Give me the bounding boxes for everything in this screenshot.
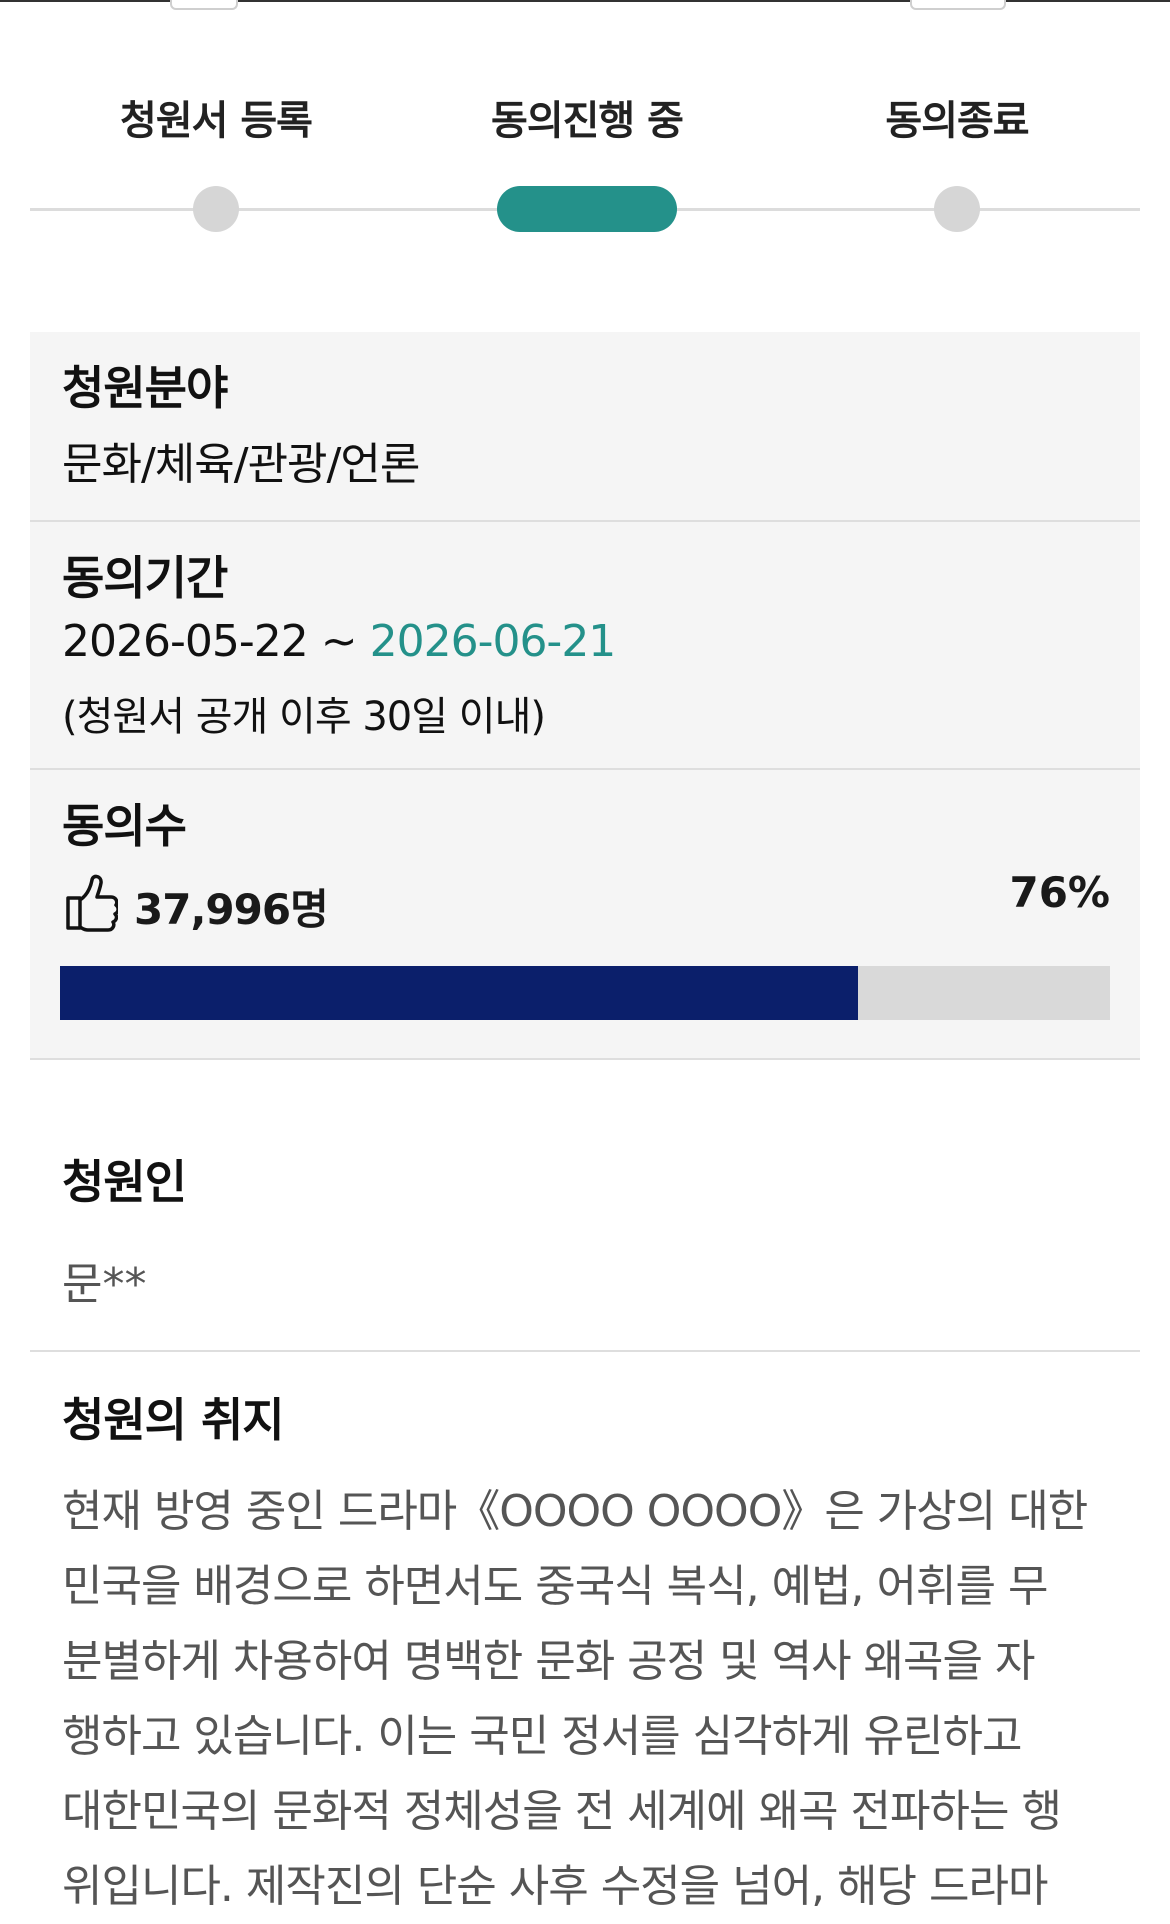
field-title: 청원분야 — [62, 361, 228, 415]
step-dot-in-progress — [497, 186, 677, 232]
purpose-line: 대한민국의 문화적 정체성을 전 세계에 왜곡 전파하는 행 — [62, 1786, 1062, 1837]
purpose-line: 위입니다. 제작진의 단순 사후 수정을 넘어, 해당 드라마 — [62, 1861, 1048, 1912]
purpose-line: 민국을 배경으로 하면서도 중국식 복식, 예법, 어휘를 무 — [62, 1561, 1048, 1612]
period-range: 2026-05-22 ~ 2026-06-21 — [62, 616, 617, 667]
period-note: (청원서 공개 이후 30일 이내) — [62, 694, 546, 740]
petitioner-section: 청원인 — [62, 1146, 187, 1212]
period-end: 2026-06-21 — [369, 616, 617, 667]
agree-progress-bar — [60, 966, 1110, 1020]
agree-title: 동의수 — [62, 799, 187, 853]
purpose-line: 현재 방영 중인 드라마《OOOO OOOO》은 가상의 대한 — [62, 1486, 1088, 1537]
step-dot-closed — [934, 186, 980, 232]
agree-count: 37,996명 — [134, 885, 329, 934]
field-value: 문화/체육/관광/언론 — [62, 439, 420, 490]
step-label-in-progress: 동의진행 중 — [491, 98, 684, 144]
petitioner-title: 청원인 — [62, 1155, 187, 1209]
agree-percent: 76% — [1009, 868, 1110, 917]
purpose-section: 청원의 취지 — [62, 1384, 285, 1450]
step-dot-register — [193, 186, 239, 232]
section-divider — [30, 1350, 1140, 1352]
step-label-closed: 동의종료 — [885, 98, 1029, 144]
step-label-register: 청원서 등록 — [120, 98, 313, 144]
period-separator: ~ — [320, 616, 358, 667]
period-panel: 동의기간 2026-05-22 ~ 2026-06-21 (청원서 공개 이후 … — [30, 522, 1140, 770]
purpose-title: 청원의 취지 — [62, 1393, 285, 1447]
thumbs-up-icon — [66, 874, 118, 932]
progress-stepper: 청원서 등록 동의진행 중 동의종료 — [30, 70, 1140, 240]
petitioner-name: 문** — [62, 1259, 147, 1310]
period-start: 2026-05-22 — [62, 616, 309, 667]
field-panel: 청원분야 문화/체육/관광/언론 — [30, 332, 1140, 522]
top-tab-left — [170, 0, 238, 10]
purpose-body: 현재 방영 중인 드라마《OOOO OOOO》은 가상의 대한 민국을 배경으로… — [62, 1474, 1122, 1924]
agree-panel: 동의수 37,996명 76% — [30, 770, 1140, 1060]
period-title: 동의기간 — [62, 551, 228, 605]
top-tab-right — [910, 0, 1006, 10]
purpose-line: 행하고 있습니다. 이는 국민 정서를 심각하게 유린하고 — [62, 1711, 1022, 1762]
purpose-line: 분별하게 차용하여 명백한 문화 공정 및 역사 왜곡을 자 — [62, 1636, 1035, 1687]
agree-progress-fill — [60, 966, 858, 1020]
